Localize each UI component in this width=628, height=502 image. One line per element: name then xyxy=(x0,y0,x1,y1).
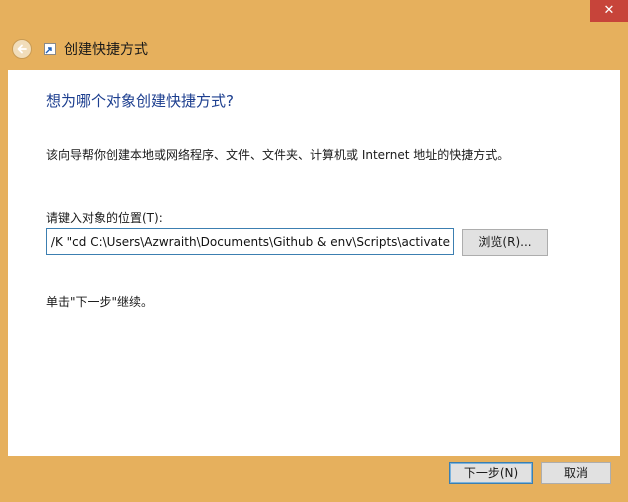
close-icon: ✕ xyxy=(603,3,615,18)
back-arrow-icon xyxy=(17,44,27,54)
shortcut-icon xyxy=(44,43,56,55)
next-button[interactable]: 下一步(N) xyxy=(449,462,533,484)
wizard-content: 想为哪个对象创建快捷方式? 该向导帮你创建本地或网络程序、文件、文件夹、计算机或… xyxy=(8,70,620,456)
wizard-title: 创建快捷方式 xyxy=(64,42,148,58)
continue-hint: 单击"下一步"继续。 xyxy=(46,295,154,309)
wizard-window: ✕ 创建快捷方式 想为哪个对象创建快捷方式? 该向导帮你创建本地或网络程序、文件… xyxy=(0,0,628,502)
wizard-header: 创建快捷方式 xyxy=(12,36,148,62)
cancel-button[interactable]: 取消 xyxy=(541,462,611,484)
back-button[interactable] xyxy=(12,39,32,59)
page-question: 想为哪个对象创建快捷方式? xyxy=(46,92,234,110)
page-description: 该向导帮你创建本地或网络程序、文件、文件夹、计算机或 Internet 地址的快… xyxy=(46,148,510,162)
location-input[interactable] xyxy=(46,228,454,255)
close-button[interactable]: ✕ xyxy=(590,0,628,22)
location-label: 请键入对象的位置(T): xyxy=(46,211,163,225)
browse-button[interactable]: 浏览(R)... xyxy=(462,229,548,256)
